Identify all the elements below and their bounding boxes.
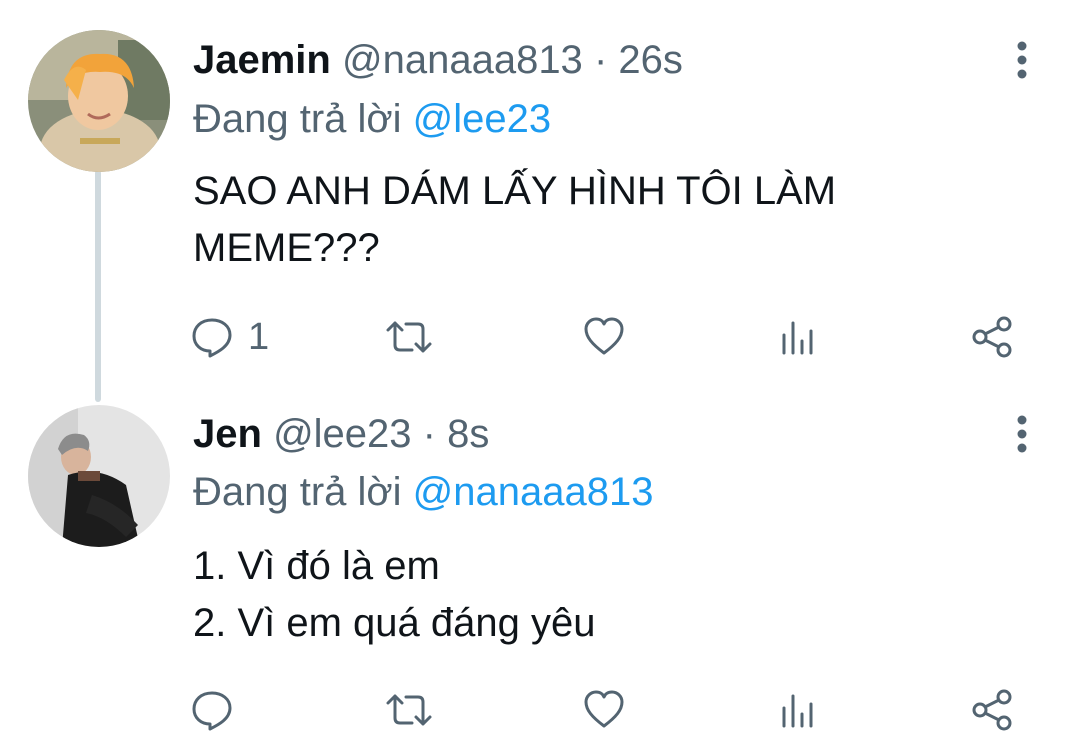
share-icon <box>972 316 1012 358</box>
tweet-header: Jaemin @nanaaa813 · 26s <box>193 36 683 84</box>
reply-button[interactable] <box>190 685 248 735</box>
bar-chart-icon <box>782 694 813 728</box>
retweet-button[interactable] <box>385 312 433 362</box>
share-button[interactable] <box>970 685 1014 735</box>
bar-chart-icon <box>782 321 813 355</box>
retweet-icon <box>386 694 432 726</box>
tweet-text-line: 1. Vì đó là em <box>193 544 440 588</box>
more-options-button[interactable] <box>1008 40 1036 80</box>
tweet-actions <box>190 685 1030 735</box>
speech-bubble-icon <box>192 318 232 358</box>
tweet-text: 1. Vì đó là em 2. Vì em quá đáng yêu <box>193 538 993 652</box>
like-button[interactable] <box>582 312 626 362</box>
replying-to: Đang trả lời @lee23 <box>193 95 551 143</box>
tweet-actions: 1 <box>190 312 1030 362</box>
display-name[interactable]: Jen <box>193 412 262 456</box>
tweet-text: SAO ANH DÁM LẤY HÌNH TÔI LÀM MEME??? <box>193 163 993 277</box>
avatar[interactable] <box>28 405 170 547</box>
user-handle[interactable]: @nanaaa813 <box>342 38 583 82</box>
retweet-icon <box>386 321 432 353</box>
like-button[interactable] <box>582 685 626 735</box>
avatar[interactable] <box>28 30 170 172</box>
replying-prefix: Đang trả lời <box>193 97 402 141</box>
replying-to: Đang trả lời @nanaaa813 <box>193 468 654 516</box>
vertical-ellipsis-icon <box>1017 41 1027 79</box>
replying-mention-link[interactable]: @lee23 <box>413 97 551 141</box>
retweet-button[interactable] <box>385 685 433 735</box>
reply-button[interactable]: 1 <box>190 312 269 362</box>
analytics-button[interactable] <box>778 312 818 362</box>
tweet-header: Jen @lee23 · 8s <box>193 410 489 458</box>
tweet-text-line: 2. Vì em quá đáng yêu <box>193 601 596 645</box>
share-button[interactable] <box>970 312 1014 362</box>
separator-dot: · <box>422 412 436 456</box>
separator-dot: · <box>593 38 608 82</box>
display-name[interactable]: Jaemin <box>193 38 331 82</box>
analytics-button[interactable] <box>778 685 818 735</box>
timestamp[interactable]: 8s <box>447 412 489 456</box>
more-options-button[interactable] <box>1008 414 1036 454</box>
reply-count: 1 <box>248 315 270 358</box>
tweet-text-line: SAO ANH DÁM LẤY HÌNH TÔI LÀM <box>193 169 837 213</box>
speech-bubble-icon <box>192 691 232 731</box>
share-icon <box>972 689 1012 731</box>
heart-icon <box>584 317 624 355</box>
user-handle[interactable]: @lee23 <box>273 412 411 456</box>
tweet-text-line: MEME??? <box>193 226 380 270</box>
replying-prefix: Đang trả lời <box>193 470 402 514</box>
heart-icon <box>584 690 624 728</box>
timestamp[interactable]: 26s <box>618 38 683 82</box>
replying-mention-link[interactable]: @nanaaa813 <box>413 470 654 514</box>
vertical-ellipsis-icon <box>1017 415 1027 453</box>
tweet[interactable]: Jen @lee23 · 8s Đang trả lời @nanaaa813 … <box>0 390 1080 749</box>
tweet[interactable]: Jaemin @nanaaa813 · 26s Đang trả lời @le… <box>0 0 1080 390</box>
